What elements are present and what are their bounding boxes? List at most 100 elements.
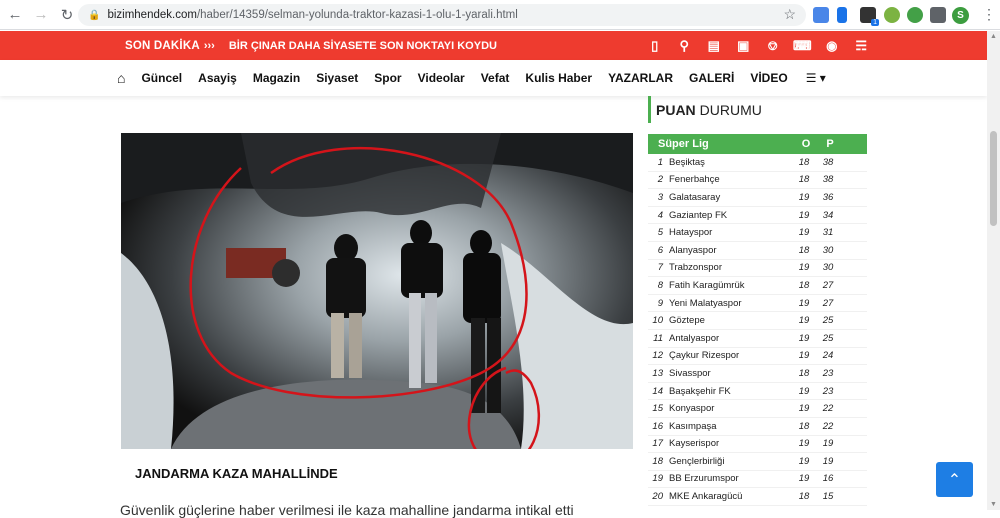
rank-cell: 16 <box>652 420 663 432</box>
standings-rows: 1 Beşiktaş 18 38 2 Fenerbahçe 18 38 3 Galatasaray… <box>648 154 867 506</box>
star-icon[interactable]: ☆ <box>783 6 796 23</box>
extension-icon[interactable] <box>907 7 923 23</box>
extension-icon[interactable]: 1 <box>860 7 879 26</box>
played-cell: 19 <box>798 385 810 397</box>
breaking-label: SON DAKİKA <box>125 39 200 52</box>
played-cell: 19 <box>798 191 810 203</box>
points-cell: 23 <box>822 385 834 397</box>
keyboard-icon[interactable]: ⌨ <box>788 38 818 54</box>
table-row[interactable]: 17 Kayserispor 19 19 <box>648 436 867 454</box>
table-row[interactable]: 12 Çaykur Rizespor 19 24 <box>648 348 867 366</box>
reload-icon[interactable]: ↻ <box>56 4 78 26</box>
more-menu-icon[interactable]: ⋮ <box>982 6 996 23</box>
played-cell: 18 <box>798 367 810 379</box>
profile-avatar[interactable]: S <box>952 7 969 24</box>
url-domain: bizimhendek.com <box>107 9 197 21</box>
home-icon[interactable]: ⌂ <box>117 70 125 86</box>
scrollbar-thumb[interactable] <box>990 131 997 226</box>
nav-item-magazin[interactable]: Magazin <box>253 71 300 85</box>
table-row[interactable]: 20 MKE Ankaragücü 18 15 <box>648 488 867 506</box>
played-cell: 19 <box>798 315 810 327</box>
table-row[interactable]: 8 Fatih Karagümrük 18 27 <box>648 277 867 295</box>
breaking-news-bar: SON DAKİKA ››› BİR ÇINAR DAHA SİYASETE S… <box>0 31 987 60</box>
extension-icon[interactable] <box>813 7 829 23</box>
nav-item-guncel[interactable]: Güncel <box>141 71 182 85</box>
rank-cell: 8 <box>657 279 663 291</box>
table-row[interactable]: 6 Alanyaspor 18 30 <box>648 242 867 260</box>
points-cell: 30 <box>822 244 834 256</box>
rss-icon[interactable]: ☴ <box>847 38 877 54</box>
address-bar[interactable]: 🔒 bizimhendek.com /haber/14359/selman-yo… <box>78 4 806 26</box>
table-row[interactable]: 11 Antalyaspor 19 25 <box>648 330 867 348</box>
played-cell: 18 <box>798 244 810 256</box>
team-cell: Hatayspor <box>669 227 713 239</box>
article-paragraph-bottom: Güvenlik güçlerine haber verilmesi ile k… <box>120 502 574 518</box>
table-row[interactable]: 14 Başakşehir FK 19 23 <box>648 383 867 401</box>
standings-title: PUAN DURUMU <box>648 96 866 123</box>
page-scrollbar[interactable]: ▲ ▼ <box>987 31 1000 510</box>
nav-item-asayis[interactable]: Asayiş <box>198 71 237 85</box>
globe-icon[interactable]: ◉ <box>817 38 847 54</box>
nav-item-vefat[interactable]: Vefat <box>481 71 510 85</box>
played-cell: 19 <box>798 227 810 239</box>
table-row[interactable]: 16 Kasımpaşa 18 22 <box>648 418 867 436</box>
table-row[interactable]: 18 Gençlerbirliği 19 19 <box>648 453 867 471</box>
team-cell: Beşiktaş <box>669 156 705 168</box>
table-row[interactable]: 9 Yeni Malatyaspor 19 27 <box>648 295 867 313</box>
table-row[interactable]: 7 Trabzonspor 19 30 <box>648 260 867 278</box>
scroll-down-icon[interactable]: ▼ <box>990 501 997 508</box>
back-to-top-button[interactable]: ⌃ <box>936 462 973 497</box>
lock-icon[interactable]: 🔒 <box>88 10 100 21</box>
rank-cell: 19 <box>652 473 663 485</box>
article-subheading: JANDARMA KAZA MAHALLİNDE <box>135 466 338 481</box>
newspaper-icon[interactable]: ▤ <box>699 38 729 54</box>
rank-cell: 5 <box>657 227 663 239</box>
points-cell: 19 <box>822 455 834 467</box>
rank-cell: 3 <box>657 191 663 203</box>
table-row[interactable]: 13 Sivasspor 18 23 <box>648 365 867 383</box>
nav-item-video[interactable]: VİDEO <box>750 71 787 85</box>
extension-icon[interactable] <box>884 7 900 23</box>
browser-toolbar: ← → ↻ 🔒 bizimhendek.com /haber/14359/sel… <box>0 0 1000 30</box>
nav-item-spor[interactable]: Spor <box>374 71 401 85</box>
table-row[interactable]: 5 Hatayspor 19 31 <box>648 224 867 242</box>
rank-cell: 11 <box>653 332 663 344</box>
phone-icon[interactable]: ▯ <box>640 38 670 54</box>
extension-icon[interactable] <box>837 7 847 23</box>
table-row[interactable]: 2 Fenerbahçe 18 38 <box>648 172 867 190</box>
nav-item-galeri[interactable]: GALERİ <box>689 71 734 85</box>
column-played: O <box>801 138 811 150</box>
forward-arrow-icon[interactable]: → <box>30 4 52 26</box>
played-cell: 19 <box>798 350 810 362</box>
points-cell: 27 <box>822 279 834 291</box>
table-row[interactable]: 1 Beşiktaş 18 38 <box>648 154 867 172</box>
team-cell: Trabzonspor <box>669 262 722 274</box>
table-row[interactable]: 19 BB Erzurumspor 19 16 <box>648 471 867 489</box>
team-cell: Gençlerbirliği <box>669 455 725 467</box>
nav-item-siyaset[interactable]: Siyaset <box>316 71 358 85</box>
league-name[interactable]: Süper Lig <box>658 138 794 150</box>
puzzle-icon[interactable] <box>930 7 946 23</box>
nav-item-kulis-haber[interactable]: Kulis Haber <box>525 71 592 85</box>
table-row[interactable]: 3 Galatasaray 19 36 <box>648 189 867 207</box>
nav-item-yazarlar[interactable]: YAZARLAR <box>608 71 673 85</box>
nav-item-videolar[interactable]: Videolar <box>418 71 465 85</box>
team-cell: Kasımpaşa <box>669 420 717 432</box>
table-row[interactable]: 15 Konyaspor 19 22 <box>648 400 867 418</box>
table-row[interactable]: 4 Gaziantep FK 19 34 <box>648 207 867 225</box>
played-cell: 19 <box>798 455 810 467</box>
played-cell: 18 <box>798 491 810 503</box>
table-row[interactable]: 10 Göztepe 19 25 <box>648 312 867 330</box>
briefcase-icon[interactable]: ▣ <box>729 38 759 54</box>
bookmark-icon[interactable]: ⎊ <box>758 38 788 54</box>
back-arrow-icon[interactable]: ← <box>4 4 26 26</box>
menu-icon[interactable]: ☰ ▾ <box>806 71 826 85</box>
team-cell: Kayserispor <box>669 438 720 450</box>
scroll-up-icon[interactable]: ▲ <box>990 33 997 40</box>
rank-cell: 4 <box>657 209 663 221</box>
breaking-headline[interactable]: BİR ÇINAR DAHA SİYASETE SON NOKTAYI KOYD… <box>229 40 497 52</box>
rank-cell: 7 <box>657 262 663 274</box>
points-cell: 34 <box>822 209 834 221</box>
team-cell: Başakşehir FK <box>669 385 731 397</box>
search-icon[interactable]: ⚲ <box>670 38 700 54</box>
